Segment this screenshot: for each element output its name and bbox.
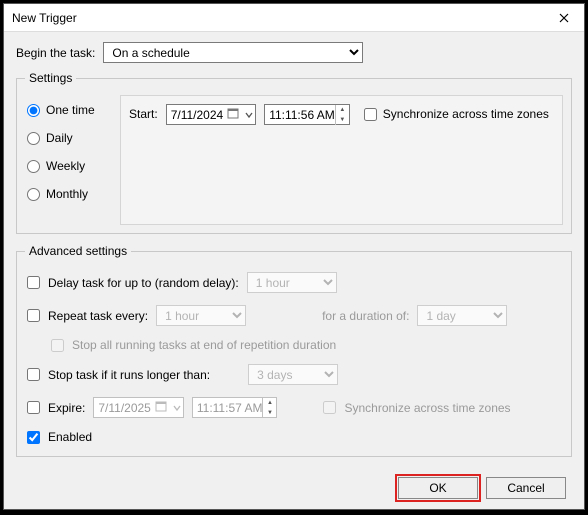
delay-select[interactable]: 1 hour (247, 272, 337, 293)
radio-daily-input[interactable] (27, 132, 40, 145)
expire-time-spin[interactable]: ▲ ▼ (262, 398, 276, 418)
expire-time-picker[interactable]: 11:11:57 AM ▲ ▼ (192, 397, 278, 418)
dialog-body: Begin the task: On a schedule Settings O… (4, 32, 584, 515)
repeat-checkbox[interactable] (27, 309, 40, 322)
expire-row: Expire: 7/11/2025 11:11:57 AM ▲ (27, 397, 561, 418)
begin-task-select[interactable]: On a schedule (103, 42, 363, 63)
duration-select[interactable]: 1 day (417, 305, 507, 326)
enabled-label: Enabled (48, 430, 92, 444)
dialog-window: New Trigger Begin the task: On a schedul… (3, 3, 585, 510)
radio-one-time-label: One time (46, 103, 95, 117)
start-time-picker[interactable]: 11:11:56 AM ▲ ▼ (264, 104, 350, 125)
spin-down-icon[interactable]: ▼ (336, 115, 349, 125)
settings-group: Settings One time Daily Weekly (16, 71, 572, 234)
expire-time-value: 11:11:57 AM (197, 401, 263, 415)
titlebar: New Trigger (4, 4, 584, 32)
delay-checkbox[interactable] (27, 276, 40, 289)
ok-button[interactable]: OK (398, 477, 478, 499)
radio-one-time[interactable]: One time (27, 103, 104, 117)
chevron-down-icon (245, 108, 253, 122)
radio-monthly-label: Monthly (46, 187, 88, 201)
repeat-select[interactable]: 1 hour (156, 305, 246, 326)
radio-one-time-input[interactable] (27, 104, 40, 117)
spin-down-icon[interactable]: ▼ (263, 408, 276, 418)
begin-row: Begin the task: On a schedule (16, 42, 572, 63)
chevron-down-icon (173, 401, 181, 415)
repeat-label: Repeat task every: (48, 309, 148, 323)
start-time-value: 11:11:56 AM (269, 108, 335, 122)
stop-if-longer-select[interactable]: 3 days (248, 364, 338, 385)
expire-sync-checkbox (323, 401, 336, 414)
cancel-button[interactable]: Cancel (486, 477, 566, 499)
stop-if-longer-label: Stop task if it runs longer than: (48, 368, 210, 382)
expire-sync-label: Synchronize across time zones (344, 401, 510, 415)
start-label: Start: (129, 107, 158, 121)
repeat-row: Repeat task every: 1 hour for a duration… (27, 305, 561, 326)
expire-date-value: 7/11/2025 (98, 401, 151, 415)
expire-checkbox[interactable] (27, 401, 40, 414)
advanced-legend: Advanced settings (25, 244, 131, 258)
spin-up-icon[interactable]: ▲ (263, 398, 276, 408)
stop-running-row: Stop all running tasks at end of repetit… (51, 338, 561, 352)
radio-weekly-input[interactable] (27, 160, 40, 173)
start-date-picker[interactable]: 7/11/2024 (166, 104, 257, 125)
radio-weekly-label: Weekly (46, 159, 85, 173)
start-panel: Start: 7/11/2024 11:11:56 AM ▲ (120, 95, 563, 225)
radio-daily[interactable]: Daily (27, 131, 104, 145)
settings-legend: Settings (25, 71, 76, 85)
expire-label: Expire: (48, 401, 85, 415)
stop-if-longer-checkbox[interactable] (27, 368, 40, 381)
radio-monthly[interactable]: Monthly (27, 187, 104, 201)
enabled-row: Enabled (27, 430, 561, 444)
schedule-radio-group: One time Daily Weekly Monthly (25, 95, 110, 225)
calendar-icon (155, 400, 167, 415)
stop-running-label: Stop all running tasks at end of repetit… (72, 338, 336, 352)
start-date-value: 7/11/2024 (171, 108, 224, 122)
radio-daily-label: Daily (46, 131, 73, 145)
calendar-icon (227, 107, 239, 122)
stop-running-checkbox (51, 339, 64, 352)
delay-label: Delay task for up to (random delay): (48, 276, 239, 290)
expire-date-picker[interactable]: 7/11/2025 (93, 397, 184, 418)
duration-label: for a duration of: (322, 309, 409, 323)
sync-timezones[interactable]: Synchronize across time zones (364, 107, 549, 121)
stop-if-longer-row: Stop task if it runs longer than: 3 days (27, 364, 561, 385)
radio-weekly[interactable]: Weekly (27, 159, 104, 173)
radio-monthly-input[interactable] (27, 188, 40, 201)
sync-timezones-label: Synchronize across time zones (383, 107, 549, 121)
delay-row: Delay task for up to (random delay): 1 h… (27, 272, 561, 293)
time-spin[interactable]: ▲ ▼ (335, 105, 349, 125)
begin-label: Begin the task: (16, 46, 95, 60)
window-title: New Trigger (12, 11, 77, 25)
button-row: OK Cancel (16, 467, 572, 503)
spin-up-icon[interactable]: ▲ (336, 105, 349, 115)
close-icon (559, 13, 569, 23)
close-button[interactable] (544, 4, 584, 32)
enabled-checkbox[interactable] (27, 431, 40, 444)
advanced-group: Advanced settings Delay task for up to (… (16, 244, 572, 457)
sync-timezones-checkbox[interactable] (364, 108, 377, 121)
